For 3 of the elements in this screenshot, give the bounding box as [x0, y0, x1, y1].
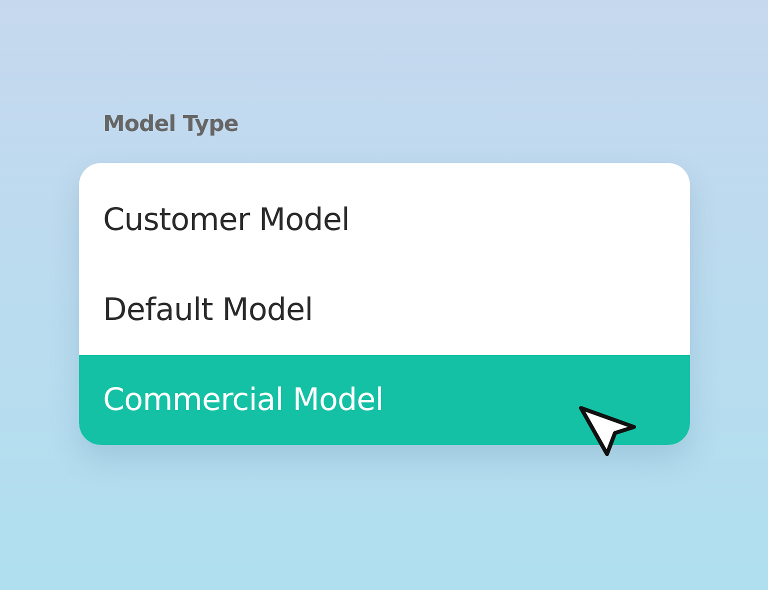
dropdown-option[interactable]: Default Model: [79, 265, 690, 355]
field-label: Model Type: [103, 112, 238, 137]
dropdown-option[interactable]: Customer Model: [79, 175, 690, 265]
